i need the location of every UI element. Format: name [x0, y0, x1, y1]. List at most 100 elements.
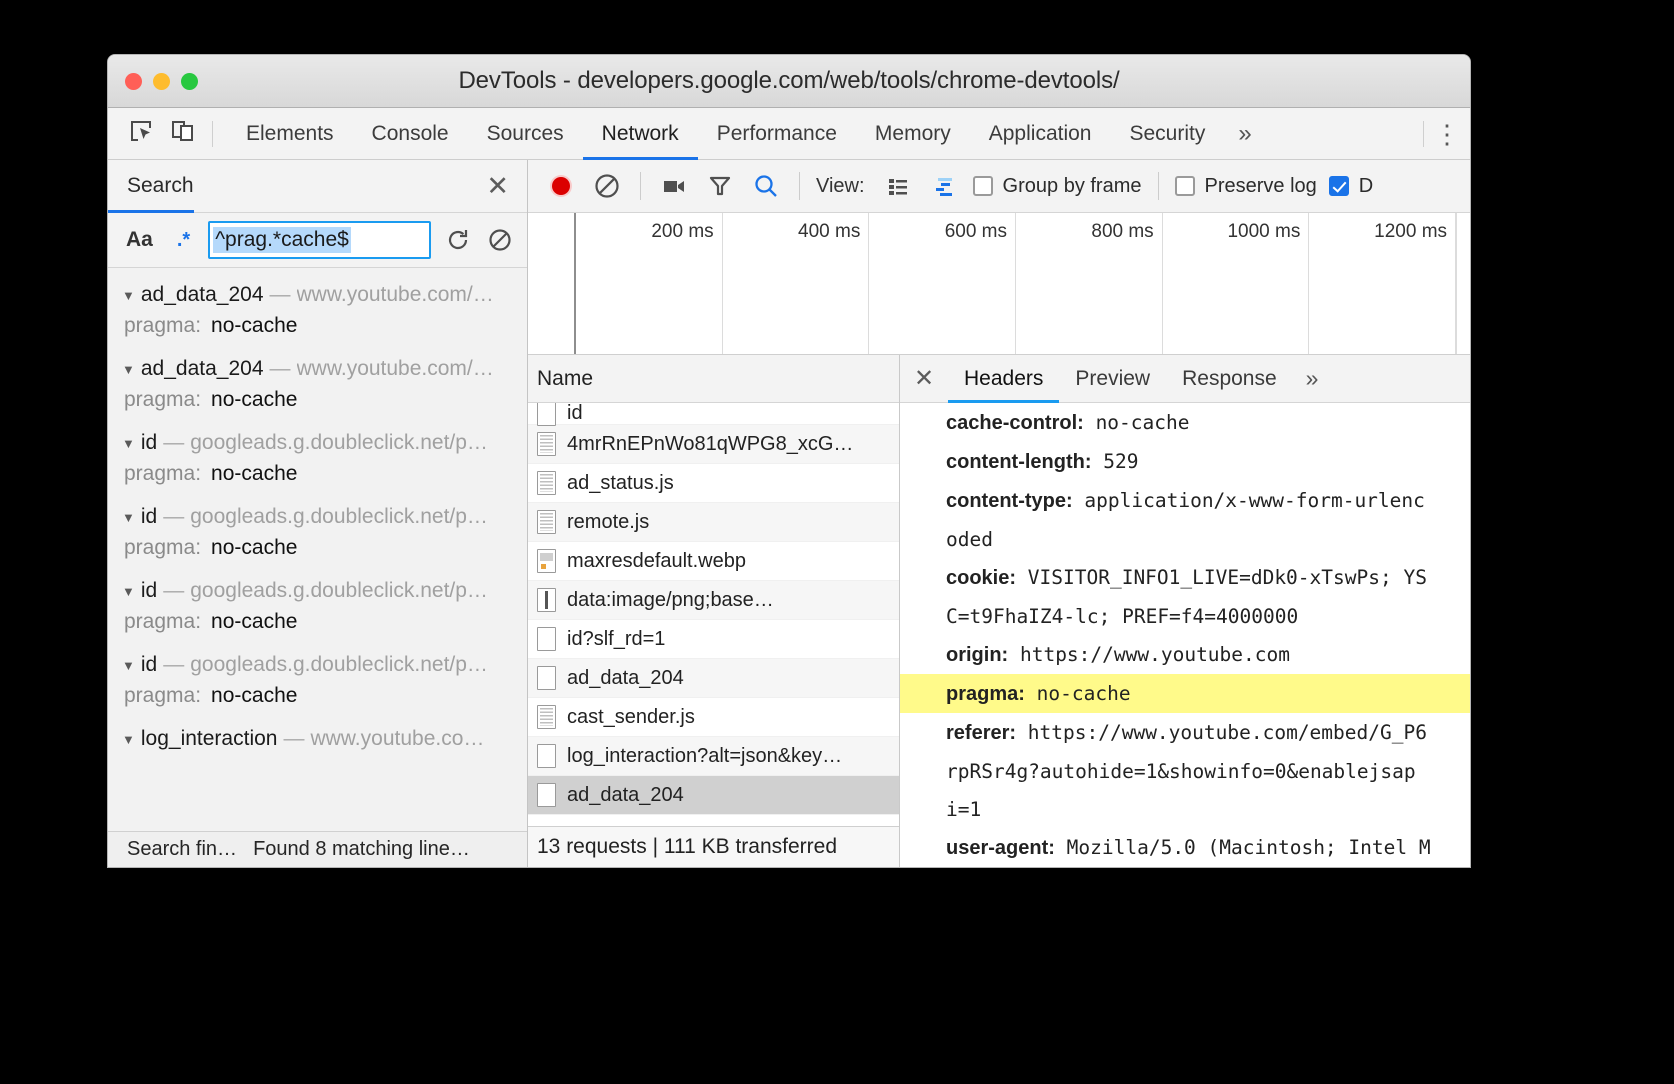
request-rows[interactable]: id4mrRnEPnWo81qWPG8_xcG…ad_status.jsremo… [528, 403, 899, 826]
search-input[interactable]: ^prag.*cache$ [208, 221, 431, 259]
tab-preview[interactable]: Preview [1059, 355, 1166, 402]
tab-headers[interactable]: Headers [948, 355, 1059, 402]
header-key: content-length: [946, 451, 1092, 473]
search-result-header[interactable]: ▼id—googleads.g.doubleclick.net/p… [122, 496, 527, 533]
header-key: referer: [946, 722, 1016, 744]
search-result-group[interactable]: ▼id—googleads.g.doubleclick.net/p…pragma… [108, 422, 527, 496]
chevron-down-icon[interactable]: ▼ [122, 584, 135, 599]
search-result-url: www.youtube.com/… [297, 283, 494, 307]
tab-memory[interactable]: Memory [856, 108, 970, 159]
header-value: application/x-www-form-urlenc [1084, 489, 1424, 512]
checkbox-box[interactable] [973, 176, 993, 196]
window-title: DevTools - developers.google.com/web/too… [108, 67, 1470, 95]
tab-console[interactable]: Console [353, 108, 468, 159]
chevron-down-icon[interactable]: ▼ [122, 288, 135, 303]
device-toggle-icon[interactable] [170, 118, 196, 149]
devtools-menu-icon[interactable]: ⋮ [1424, 108, 1470, 159]
match-key: pragma: [124, 462, 201, 485]
tab-sources[interactable]: Sources [468, 108, 583, 159]
table-row[interactable]: ad_data_204 [528, 776, 899, 815]
chevron-down-icon[interactable]: ▼ [122, 658, 135, 673]
search-result-group[interactable]: ▼log_interaction—www.youtube.co… [108, 718, 527, 755]
search-result-header[interactable]: ▼ad_data_204—www.youtube.com/… [122, 348, 527, 385]
record-button[interactable] [538, 171, 584, 201]
search-result-header[interactable]: ▼id—googleads.g.doubleclick.net/p… [122, 644, 527, 681]
table-row[interactable]: ad_status.js [528, 464, 899, 503]
tab-elements[interactable]: Elements [227, 108, 353, 159]
search-results-list[interactable]: ▼ad_data_204—www.youtube.com/…pragma:no-… [108, 268, 527, 831]
timeline-tick: 1000 ms [1163, 213, 1310, 354]
inspect-cursor-icon[interactable] [128, 118, 154, 149]
table-row[interactable]: id?slf_rd=1 [528, 620, 899, 659]
tab-performance[interactable]: Performance [698, 108, 856, 159]
tab-security[interactable]: Security [1110, 108, 1224, 159]
match-key: pragma: [124, 314, 201, 337]
chevron-down-icon[interactable]: ▼ [122, 510, 135, 525]
search-result-match[interactable]: pragma:no-cache [122, 607, 527, 644]
search-result-group[interactable]: ▼id—googleads.g.doubleclick.net/p…pragma… [108, 570, 527, 644]
preserve-log-checkbox[interactable]: Preserve log [1169, 175, 1323, 198]
match-case-button[interactable]: Aa [120, 228, 159, 252]
table-row[interactable]: ad_data_204 [528, 659, 899, 698]
script-file-icon [537, 705, 556, 729]
search-result-group[interactable]: ▼id—googleads.g.doubleclick.net/p…pragma… [108, 496, 527, 570]
match-value: no-cache [211, 388, 297, 411]
headers-list[interactable]: cache-control: no-cachecontent-length: 5… [900, 403, 1470, 867]
table-row[interactable]: 4mrRnEPnWo81qWPG8_xcG… [528, 425, 899, 464]
timeline-tick: 200 ms [576, 213, 723, 354]
tab-response[interactable]: Response [1166, 355, 1293, 402]
search-result-group[interactable]: ▼id—googleads.g.doubleclick.net/p…pragma… [108, 644, 527, 718]
chevron-down-icon[interactable]: ▼ [122, 732, 135, 747]
search-result-header[interactable]: ▼id—googleads.g.doubleclick.net/p… [122, 570, 527, 607]
table-row[interactable]: id [528, 403, 899, 425]
clear-icon[interactable] [485, 226, 515, 254]
network-timeline-overview[interactable]: 200 ms400 ms600 ms800 ms1000 ms1200 ms [528, 213, 1470, 355]
search-result-match[interactable]: pragma:no-cache [122, 681, 527, 718]
refresh-icon[interactable] [443, 226, 473, 254]
maximize-window-button[interactable] [181, 73, 198, 90]
tab-application[interactable]: Application [970, 108, 1111, 159]
more-tabs-icon[interactable]: » [1224, 108, 1265, 159]
search-icon[interactable] [743, 171, 789, 201]
match-key: pragma: [124, 684, 201, 707]
group-by-frame-checkbox[interactable]: Group by frame [967, 175, 1148, 198]
table-row[interactable]: cast_sender.js [528, 698, 899, 737]
more-tabs-icon[interactable]: » [1293, 355, 1332, 402]
search-result-match[interactable]: pragma:no-cache [122, 533, 527, 570]
checkbox-box[interactable] [1175, 176, 1195, 196]
search-result-match[interactable]: pragma:no-cache [122, 459, 527, 496]
chevron-down-icon[interactable]: ▼ [122, 436, 135, 451]
list-view-icon[interactable] [875, 172, 921, 200]
minimize-window-button[interactable] [153, 73, 170, 90]
request-name: data:image/png;base… [567, 589, 774, 612]
search-result-match[interactable]: pragma:no-cache [122, 385, 527, 422]
search-tab[interactable]: Search [108, 160, 194, 212]
request-summary: 13 requests | 111 KB transferred [537, 835, 837, 859]
disable-cache-checkbox[interactable]: D [1323, 175, 1379, 198]
table-row[interactable]: remote.js [528, 503, 899, 542]
checkbox-box[interactable] [1329, 176, 1349, 196]
regex-button[interactable]: .* [171, 229, 196, 252]
table-row[interactable]: maxresdefault.webp [528, 542, 899, 581]
clear-icon[interactable] [584, 171, 630, 201]
funnel-icon[interactable] [697, 171, 743, 201]
close-icon[interactable]: ✕ [900, 355, 948, 402]
request-list-header[interactable]: Name [528, 355, 899, 403]
chevron-down-icon[interactable]: ▼ [122, 362, 135, 377]
table-row[interactable]: log_interaction?alt=json&key… [528, 737, 899, 776]
tab-label: Sources [487, 122, 564, 146]
waterfall-view-icon[interactable] [921, 172, 967, 200]
close-window-button[interactable] [125, 73, 142, 90]
tab-network[interactable]: Network [583, 108, 698, 159]
search-result-header[interactable]: ▼log_interaction—www.youtube.co… [122, 718, 527, 755]
table-row[interactable]: data:image/png;base… [528, 581, 899, 620]
search-result-header[interactable]: ▼id—googleads.g.doubleclick.net/p… [122, 422, 527, 459]
camera-icon[interactable] [651, 171, 697, 201]
search-result-match[interactable]: pragma:no-cache [122, 311, 527, 348]
search-result-group[interactable]: ▼ad_data_204—www.youtube.com/…pragma:no-… [108, 274, 527, 348]
search-status-bar: Search fin… Found 8 matching line… [108, 831, 527, 867]
close-icon[interactable]: ✕ [486, 173, 509, 200]
search-result-header[interactable]: ▼ad_data_204—www.youtube.com/… [122, 274, 527, 311]
header-continuation: C=t9FhaIZ4-lc; PREF=f4=4000000 [946, 597, 1470, 635]
search-result-group[interactable]: ▼ad_data_204—www.youtube.com/…pragma:no-… [108, 348, 527, 422]
